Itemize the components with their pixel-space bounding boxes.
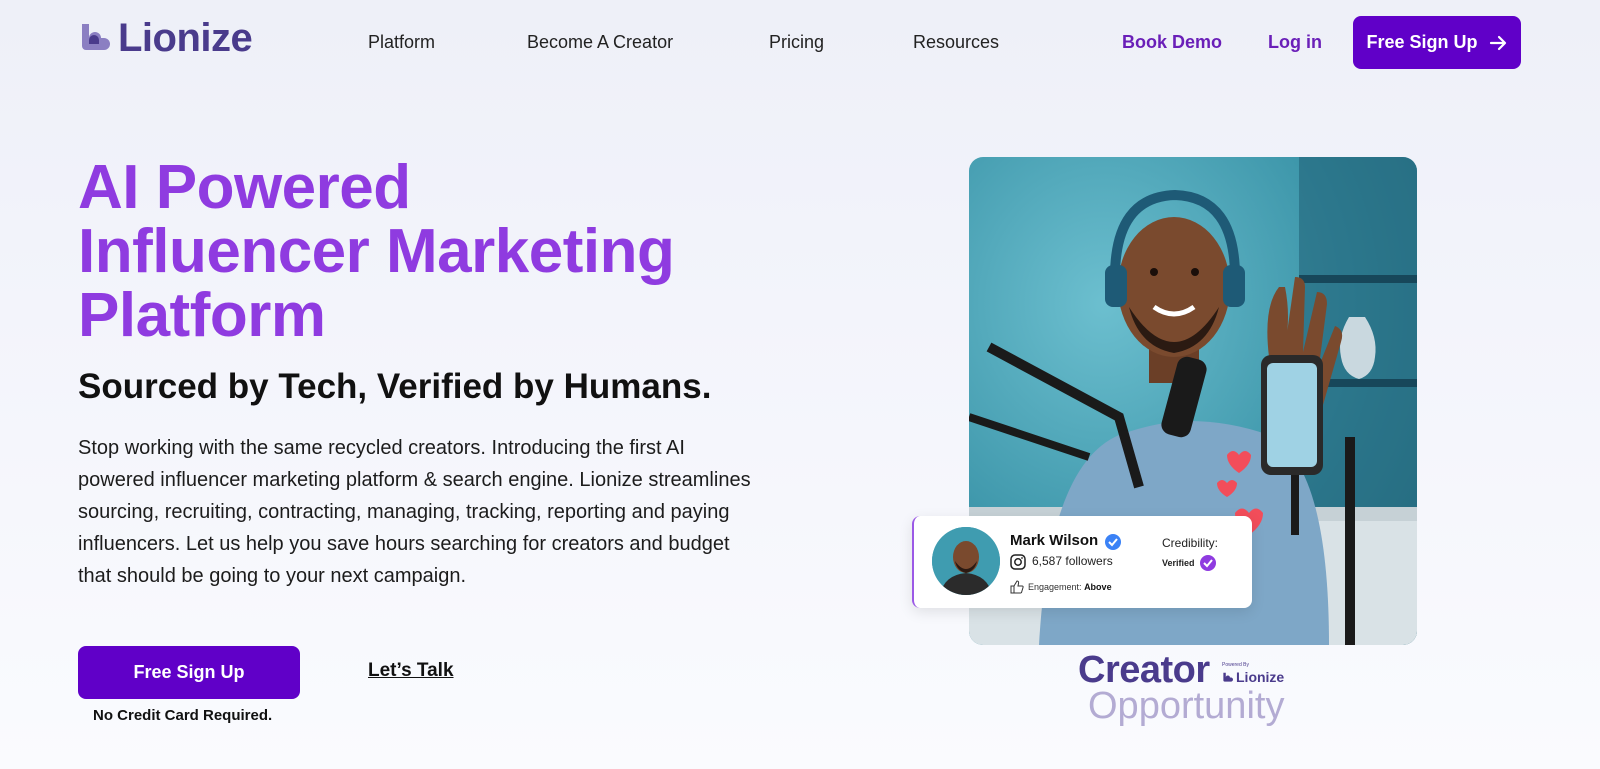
creator-name: Mark Wilson [1010, 532, 1099, 549]
no-credit-card-note: No Credit Card Required. [93, 707, 273, 724]
nav-link-resources[interactable]: Resources [913, 30, 999, 54]
creator-avatar [932, 527, 1000, 595]
landing-page: Lionize Platform Become A Creator Pricin… [0, 0, 1600, 769]
credibility-label: Credibility: [1162, 536, 1219, 550]
powered-by-text: Powered By [1222, 662, 1249, 668]
avatar-image [932, 527, 1000, 595]
nav-link-platform[interactable]: Platform [368, 30, 435, 54]
follower-count: 6,587 followers [1032, 554, 1113, 568]
engagement-value: Above [1084, 582, 1112, 592]
verified-badge-icon [1105, 534, 1121, 550]
book-demo-link[interactable]: Book Demo [1122, 30, 1222, 54]
hero-description: Stop working with the same recycled crea… [78, 437, 751, 587]
mini-lionize-logo: Lionize [1222, 669, 1284, 685]
engagement-label: Engagement: [1028, 582, 1082, 592]
mini-lionize-text: Lionize [1236, 669, 1285, 685]
hero-signup-label: Free Sign Up [133, 662, 245, 682]
creator-word: Creator [1078, 649, 1210, 691]
nav-link-become-a-creator[interactable]: Become A Creator [527, 30, 673, 54]
instagram-icon [1010, 554, 1026, 570]
hero-title: AI Powered Influencer Marketing Platform [78, 156, 778, 348]
free-signup-label: Free Sign Up [1366, 32, 1478, 52]
credibility-value: Verified [1162, 558, 1195, 568]
creator-opportunity-logo: Creator Powered By Lionize Opportunity [1078, 650, 1318, 730]
arrow-right-icon [1489, 35, 1506, 50]
lionize-logo[interactable]: Lionize [78, 16, 253, 60]
thumbs-up-icon [1010, 580, 1024, 594]
hero-title-line-2: Influencer Marketing [78, 217, 675, 286]
free-signup-button-hero[interactable]: Free Sign Up [78, 646, 300, 699]
hero-subtitle: Sourced by Tech, Verified by Humans. [78, 367, 712, 406]
log-in-link[interactable]: Log in [1268, 30, 1322, 54]
opportunity-word: Opportunity [1088, 685, 1285, 727]
hero-title-line-1: AI Powered [78, 153, 411, 222]
check-circle-icon [1200, 555, 1216, 571]
nav-link-pricing[interactable]: Pricing [769, 30, 824, 54]
lets-talk-link[interactable]: Let’s Talk [368, 660, 454, 682]
free-signup-button-nav[interactable]: Free Sign Up [1353, 16, 1521, 69]
lionize-mini-icon [1223, 672, 1233, 682]
logo-wordmark: Lionize [118, 16, 253, 60]
hero-title-line-3: Platform [78, 281, 326, 350]
creator-profile-card[interactable]: Mark Wilson 6,587 followers Engagement: … [912, 516, 1252, 608]
lionize-logo-icon [82, 24, 110, 50]
engagement-text: Engagement: Above [1028, 582, 1112, 592]
top-nav: Lionize Platform Become A Creator Pricin… [0, 0, 1600, 84]
